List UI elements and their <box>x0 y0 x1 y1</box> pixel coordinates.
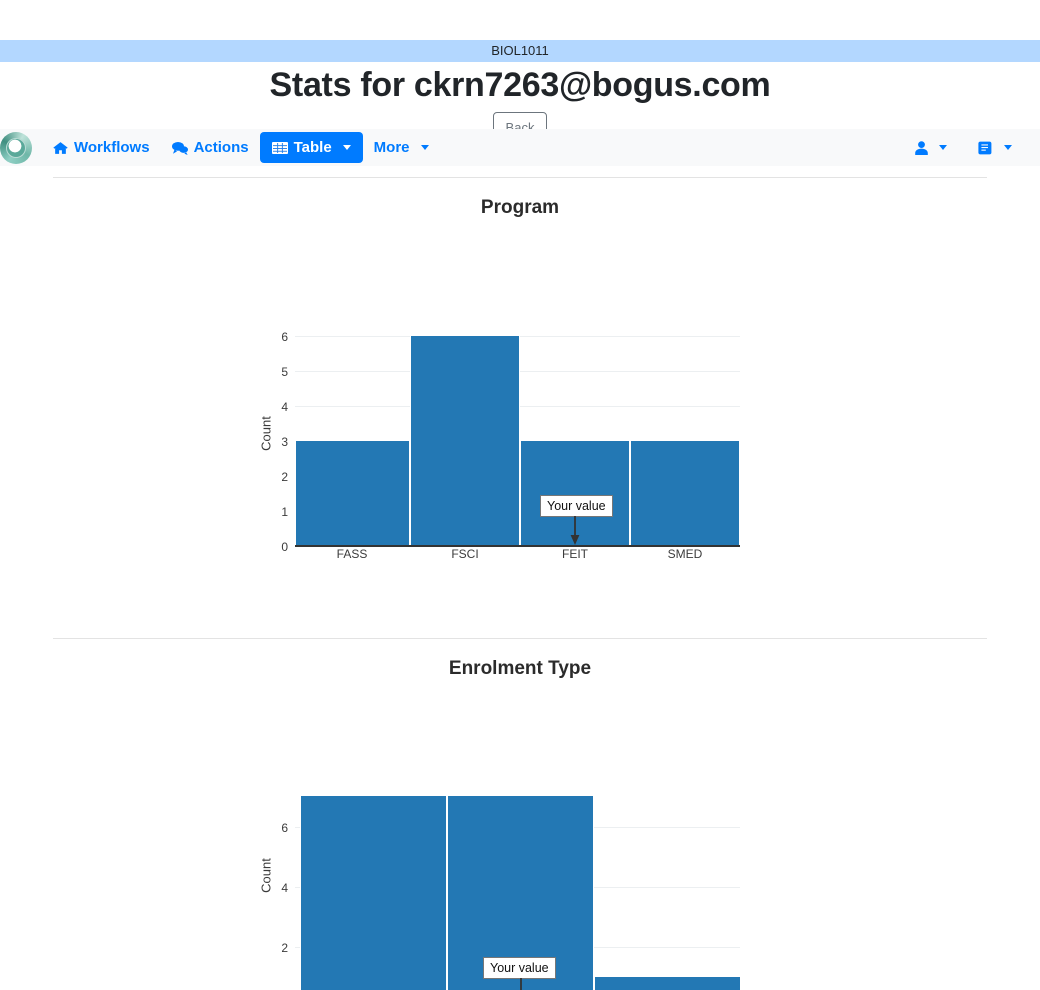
home-icon <box>53 141 68 155</box>
chevron-down-icon <box>939 145 947 150</box>
annotation-arrow-icon <box>514 978 528 990</box>
nav-item-label: Actions <box>193 139 249 156</box>
bar-fass[interactable] <box>295 441 410 545</box>
x-tick: FASS <box>336 547 368 561</box>
course-band: BIOL1011 <box>0 40 1040 62</box>
x-tick: FSCI <box>451 547 479 561</box>
user-menu[interactable] <box>911 135 951 161</box>
chart-title-program: Program <box>480 197 560 218</box>
bar-fsci[interactable] <box>410 336 520 545</box>
ontask-logo-icon[interactable] <box>0 131 32 164</box>
y-tick: 6 <box>281 821 288 835</box>
page-root: BIOL1011 Stats for ckrn7263@bogus.com Ba… <box>0 0 1040 990</box>
nav-item-label: Workflows <box>74 139 150 156</box>
y-tick: 2 <box>281 470 288 484</box>
section-divider <box>53 638 987 639</box>
y-tick: 2 <box>281 941 288 955</box>
table-icon <box>271 141 288 155</box>
y-tick: 3 <box>281 435 288 449</box>
y-axis-label: Count <box>258 858 274 893</box>
bar-1[interactable] <box>300 796 447 990</box>
nav-item-more[interactable]: More <box>363 133 440 162</box>
x-tick: SMED <box>667 547 703 561</box>
bar-3[interactable] <box>594 977 741 990</box>
book-icon <box>977 141 993 155</box>
nav-item-workflows[interactable]: Workflows <box>42 133 161 162</box>
chart-title-enrolment-type: Enrolment Type <box>448 658 592 679</box>
navbar-right <box>911 135 1040 161</box>
main-navbar: Workflows Actions Table More <box>0 129 1040 166</box>
nav-item-table[interactable]: Table <box>259 132 363 163</box>
chevron-down-icon <box>1004 145 1012 150</box>
chart-enrolment-type: Count 6 4 2 Your value <box>240 690 800 990</box>
chevron-down-icon <box>420 145 429 150</box>
user-icon <box>915 140 928 155</box>
your-value-annotation: Your value <box>483 957 556 979</box>
nav-item-label: Table <box>293 139 332 156</box>
nav-item-label: More <box>373 139 410 156</box>
nav-item-actions[interactable]: Actions <box>161 133 260 162</box>
bar-smed[interactable] <box>630 441 740 545</box>
y-tick: 0 <box>281 540 288 554</box>
y-tick: 4 <box>281 881 288 895</box>
y-tick: 1 <box>281 505 288 519</box>
y-tick: 6 <box>281 330 288 344</box>
y-tick: 4 <box>281 400 288 414</box>
section-divider <box>53 177 987 178</box>
y-tick: 5 <box>281 365 288 379</box>
chart-program: Count 6 5 4 3 2 1 0 FASS FSCI FEIT SMED … <box>240 230 800 575</box>
chevron-down-icon <box>342 145 351 150</box>
docs-menu[interactable] <box>973 135 1016 161</box>
your-value-annotation: Your value <box>540 495 613 517</box>
comments-icon <box>171 141 188 155</box>
navbar-items: Workflows Actions Table More <box>42 132 440 163</box>
page-title: Stats for ckrn7263@bogus.com <box>269 66 771 104</box>
annotation-arrow-icon <box>568 516 582 551</box>
